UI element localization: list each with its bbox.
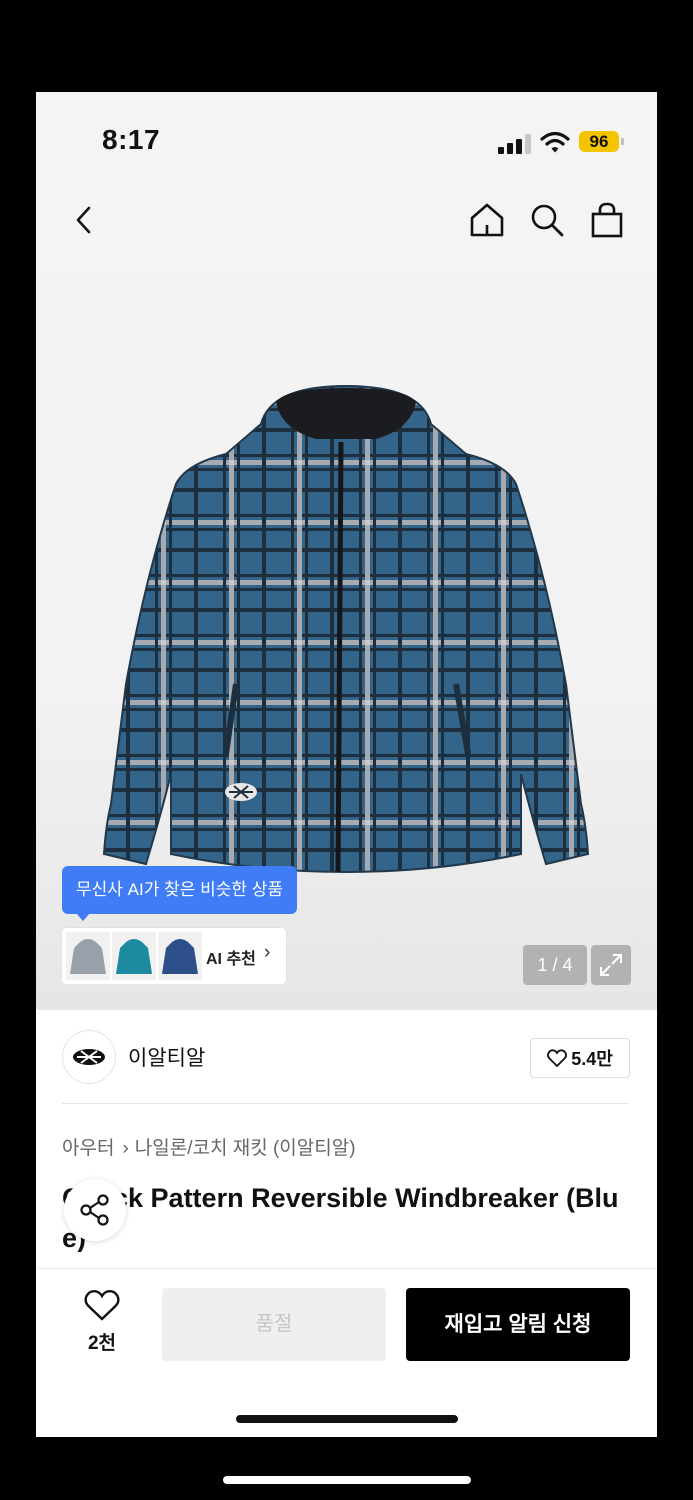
brand-like-count: 5.4만 <box>571 1049 613 1069</box>
home-indicator[interactable] <box>236 1415 458 1423</box>
restock-alert-button[interactable]: 재입고 알림 신청 <box>406 1288 630 1361</box>
share-icon <box>80 1194 109 1226</box>
reco-thumb-navy <box>158 932 202 980</box>
share-button[interactable] <box>64 1179 126 1241</box>
ai-reco-label: AI 추천 <box>206 951 256 968</box>
breadcrumb: 아우터 › 나일론/코치 재킷 (이알티알) <box>62 1133 356 1160</box>
back-button[interactable] <box>62 198 106 242</box>
cellular-signal-icon <box>498 134 531 154</box>
home-icon <box>470 203 504 237</box>
breadcrumb-separator-icon: › <box>122 1138 129 1159</box>
product-gallery[interactable]: 8:17 96 무신사 AI가 찾은 비슷한 상품 AI 추천 › 1 / 4 <box>36 92 657 1010</box>
status-bar: 8:17 96 <box>36 122 657 162</box>
wishlist-count: 2천 <box>87 1333 117 1354</box>
expand-image-button[interactable] <box>591 945 631 985</box>
app-screen: 8:17 96 무신사 AI가 찾은 비슷한 상품 AI 추천 › 1 / 4 … <box>36 92 657 1437</box>
cart-button[interactable] <box>585 198 629 242</box>
divider <box>62 1103 629 1104</box>
heart-icon <box>84 1290 120 1321</box>
breadcrumb-item-category[interactable]: 나일론/코치 재킷 (이알티알) <box>135 1138 356 1159</box>
battery-tip <box>621 138 624 145</box>
chevron-right-icon: › <box>264 942 271 963</box>
wifi-icon <box>540 131 570 153</box>
search-button[interactable] <box>525 198 569 242</box>
brand-logo-icon <box>73 1049 105 1065</box>
wishlist-button[interactable]: 2천 <box>64 1289 140 1354</box>
battery-indicator: 96 <box>579 131 619 152</box>
home-button[interactable] <box>465 198 509 242</box>
ai-tooltip: 무신사 AI가 찾은 비슷한 상품 <box>62 866 297 921</box>
ai-recommendation-button[interactable]: AI 추천 › <box>62 928 286 984</box>
purchase-bar: 2천 품절 재입고 알림 신청 <box>36 1268 657 1437</box>
outer-home-indicator <box>223 1476 471 1484</box>
reco-thumb-teal <box>112 932 156 980</box>
reco-thumb-grey <box>66 932 110 980</box>
brand-like-button[interactable]: 5.4만 <box>530 1038 630 1078</box>
product-title: Check Pattern Reversible Windbreaker (Bl… <box>62 1183 619 1252</box>
heart-icon <box>547 1049 568 1067</box>
soldout-button: 품절 <box>162 1288 386 1361</box>
expand-icon <box>600 954 622 976</box>
status-time: 8:17 <box>102 124 161 155</box>
search-icon <box>531 204 564 237</box>
chevron-left-icon <box>76 206 91 234</box>
breadcrumb-item-outer[interactable]: 아우터 <box>62 1138 114 1159</box>
brand-logo[interactable] <box>62 1030 116 1084</box>
image-page-indicator: 1 / 4 <box>523 945 587 985</box>
brand-name[interactable]: 이알티알 <box>128 1042 205 1072</box>
shopping-bag-icon <box>591 202 623 238</box>
top-nav <box>36 192 657 248</box>
product-image-jacket[interactable] <box>76 384 616 884</box>
